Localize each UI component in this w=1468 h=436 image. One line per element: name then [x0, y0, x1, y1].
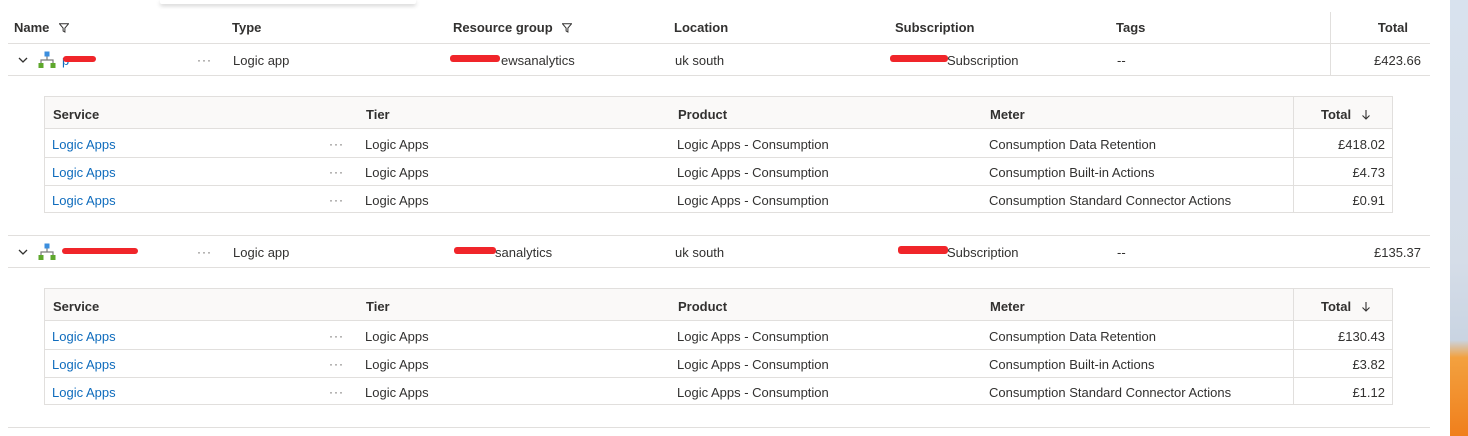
tier-cell: Logic Apps [365, 329, 429, 344]
tier-cell: Logic Apps [365, 137, 429, 152]
row-divider [8, 235, 1430, 236]
redaction-mark [890, 55, 948, 62]
meter-cell: Consumption Built-in Actions [989, 357, 1155, 372]
total-cell: £3.82 [1352, 357, 1385, 372]
more-actions-button[interactable]: ··· [329, 165, 344, 179]
tier-cell: Logic Apps [365, 357, 429, 372]
column-header-meter[interactable]: Meter [990, 107, 1025, 122]
column-header-total[interactable]: Total [1332, 20, 1408, 35]
cost-breakdown-table: Service Tier Product Meter Total Logic A… [44, 96, 1393, 213]
column-header-product[interactable]: Product [678, 299, 727, 314]
redaction-mark [450, 55, 500, 62]
tier-cell: Logic Apps [365, 193, 429, 208]
resource-subscription: Subscription [947, 245, 1019, 260]
filter-icon[interactable] [562, 23, 573, 33]
right-edge-panel [1450, 0, 1468, 436]
row-divider [8, 75, 1430, 76]
meter-cell: Consumption Data Retention [989, 329, 1156, 344]
service-link[interactable]: Logic Apps [52, 385, 116, 400]
column-header-total-sort[interactable]: Total [1321, 299, 1371, 314]
dropdown-popup-edge [160, 0, 416, 4]
total-cell: £4.73 [1352, 165, 1385, 180]
service-link[interactable]: Logic Apps [52, 357, 116, 372]
chevron-down-icon[interactable] [17, 54, 29, 66]
resource-group: sanalytics [495, 245, 553, 260]
total-cell: £418.02 [1338, 137, 1385, 152]
logic-app-icon [38, 51, 56, 68]
column-header-product[interactable]: Product [678, 107, 727, 122]
column-header-service[interactable]: Service [53, 107, 99, 122]
arrow-down-icon [1361, 302, 1370, 312]
more-actions-button[interactable]: ··· [329, 137, 344, 151]
more-actions-button[interactable]: ··· [197, 53, 212, 67]
row-divider [45, 377, 1392, 378]
more-actions-button[interactable]: ··· [197, 245, 212, 259]
meter-cell: Consumption Data Retention [989, 137, 1156, 152]
column-header-service[interactable]: Service [53, 299, 99, 314]
resource-location: uk south [675, 245, 725, 260]
resource-type: Logic app [233, 245, 290, 260]
redaction-mark [63, 56, 96, 62]
more-actions-button[interactable]: ··· [329, 329, 344, 343]
resource-total: £135.37 [1374, 245, 1421, 260]
filter-icon[interactable] [59, 23, 70, 33]
column-header-tier[interactable]: Tier [366, 299, 390, 314]
column-header-type[interactable]: Type [232, 20, 261, 35]
meter-cell: Consumption Built-in Actions [989, 165, 1155, 180]
resource-tags: -- [1117, 245, 1126, 260]
resource-group: ewsanalytics [501, 53, 575, 68]
resource-subscription: Subscription [947, 53, 1019, 68]
tier-cell: Logic Apps [365, 165, 429, 180]
column-header-name[interactable]: Name [14, 20, 70, 35]
arrow-down-icon [1361, 110, 1370, 120]
row-divider [8, 267, 1430, 268]
row-divider [45, 349, 1392, 350]
resource-tags: -- [1117, 53, 1126, 68]
meter-cell: Consumption Standard Connector Actions [989, 385, 1232, 400]
service-link[interactable]: Logic Apps [52, 193, 116, 208]
column-header-total-sort[interactable]: Total [1321, 107, 1371, 122]
total-cell: £1.12 [1352, 385, 1385, 400]
product-cell: Logic Apps - Consumption [677, 165, 829, 180]
total-cell: £130.43 [1338, 329, 1385, 344]
resource-location: uk south [675, 53, 725, 68]
cost-breakdown-table: Service Tier Product Meter Total Logic A… [44, 288, 1393, 405]
redaction-mark [898, 246, 948, 254]
resource-total: £423.66 [1374, 53, 1421, 68]
service-link[interactable]: Logic Apps [52, 329, 116, 344]
column-header-tags[interactable]: Tags [1116, 20, 1145, 35]
header-divider [8, 43, 1430, 44]
logic-app-icon [38, 243, 56, 260]
more-actions-button[interactable]: ··· [329, 385, 344, 399]
row-divider [8, 427, 1430, 428]
resource-type: Logic app [233, 53, 290, 68]
more-actions-button[interactable]: ··· [329, 193, 344, 207]
service-link[interactable]: Logic Apps [52, 165, 116, 180]
tier-cell: Logic Apps [365, 385, 429, 400]
redaction-mark [454, 247, 496, 254]
product-cell: Logic Apps - Consumption [677, 357, 829, 372]
product-cell: Logic Apps - Consumption [677, 193, 829, 208]
column-header-meter[interactable]: Meter [990, 299, 1025, 314]
row-divider [45, 185, 1392, 186]
service-link[interactable]: Logic Apps [52, 137, 116, 152]
meter-cell: Consumption Standard Connector Actions [989, 193, 1232, 208]
column-divider [1293, 97, 1294, 213]
chevron-down-icon[interactable] [17, 246, 29, 258]
more-actions-button[interactable]: ··· [329, 357, 344, 371]
redaction-mark [62, 248, 138, 254]
column-header-subscription[interactable]: Subscription [895, 20, 974, 35]
product-cell: Logic Apps - Consumption [677, 385, 829, 400]
row-divider [45, 157, 1392, 158]
total-cell: £0.91 [1352, 193, 1385, 208]
column-header-resource-group[interactable]: Resource group [453, 20, 573, 35]
column-header-tier[interactable]: Tier [366, 107, 390, 122]
column-divider [1293, 289, 1294, 405]
product-cell: Logic Apps - Consumption [677, 137, 829, 152]
column-header-location[interactable]: Location [674, 20, 728, 35]
product-cell: Logic Apps - Consumption [677, 329, 829, 344]
